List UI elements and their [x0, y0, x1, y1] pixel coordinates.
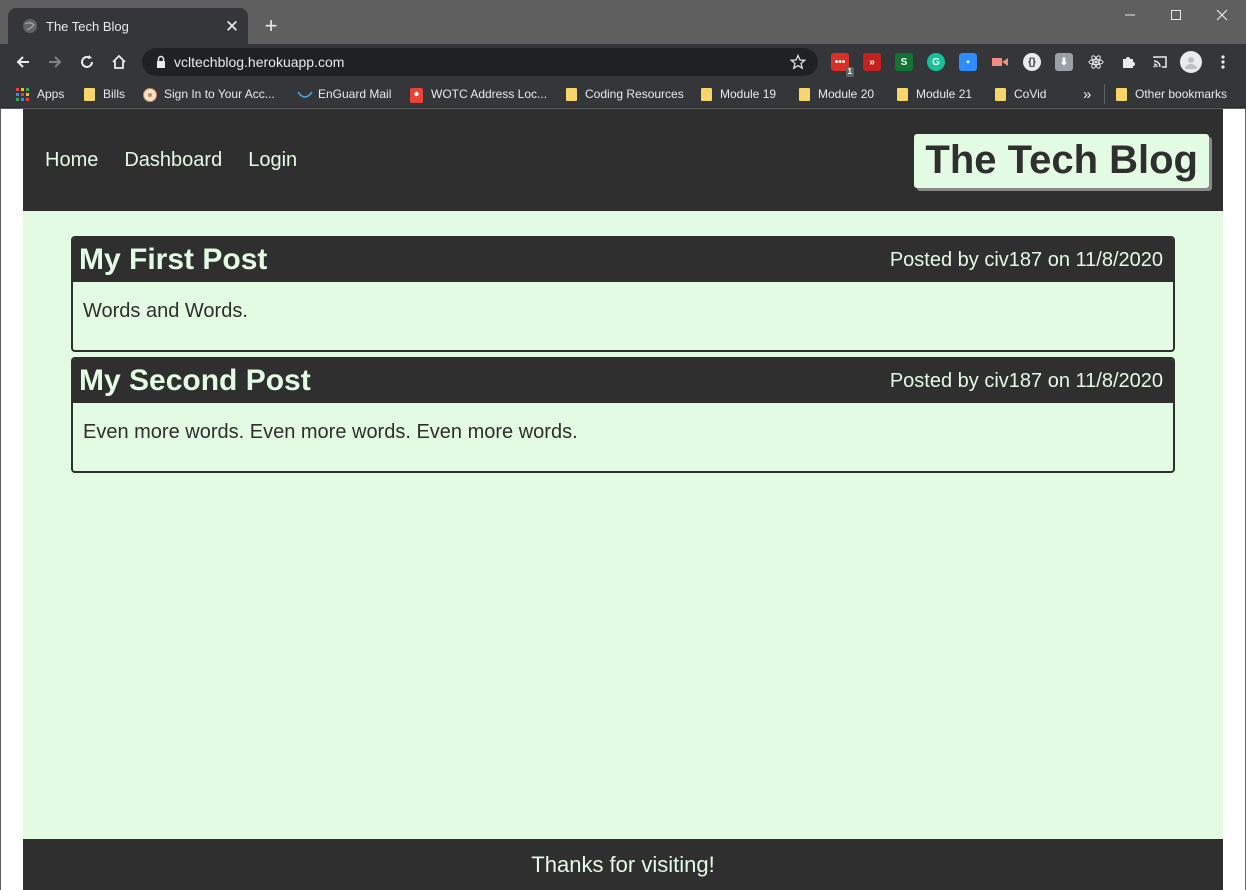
- bookmark-label: Module 21: [916, 87, 973, 101]
- react-devtools-icon[interactable]: [1087, 53, 1105, 71]
- post-body: Even more words. Even more words. Even m…: [83, 421, 578, 443]
- browser-tab[interactable]: The Tech Blog ✕: [8, 8, 248, 44]
- bookmark-label: CoVid: [1014, 87, 1047, 101]
- nav-login-link[interactable]: Login: [248, 149, 297, 172]
- home-icon[interactable]: [105, 48, 133, 76]
- folder-icon: [84, 87, 95, 101]
- folder-icon: [995, 87, 1006, 101]
- close-window-icon[interactable]: [1199, 4, 1245, 26]
- reload-icon[interactable]: [73, 48, 101, 76]
- post-card[interactable]: My First Post Posted by civ187 on 11/8/2…: [71, 236, 1175, 352]
- bookmark-label: Other bookmarks: [1135, 87, 1228, 101]
- video-extension-icon[interactable]: »: [863, 53, 881, 71]
- json-extension-icon[interactable]: {}: [1023, 53, 1041, 71]
- lastpass-extension-icon[interactable]: ••• 1: [831, 53, 854, 77]
- close-tab-icon[interactable]: ✕: [220, 18, 244, 35]
- bookmark-enguard-mail[interactable]: EnGuard Mail: [297, 85, 391, 103]
- address-bar[interactable]: vcltechblog.herokuapp.com: [142, 48, 818, 76]
- bookmark-bills[interactable]: Bills: [84, 85, 125, 103]
- folder-icon: [1116, 87, 1127, 101]
- bookmarks-divider: [1104, 84, 1105, 104]
- folder-icon: [799, 87, 810, 101]
- tab-title: The Tech Blog: [46, 18, 129, 34]
- browser-toolbar: vcltechblog.herokuapp.com ••• 1 » S G ▪ {…: [0, 44, 1246, 80]
- bookmarks-bar: Apps Bills Sign In to Your Acc... EnGuar…: [0, 80, 1246, 108]
- apps-grid-icon: [16, 87, 29, 101]
- menu-kebab-icon[interactable]: [1214, 53, 1232, 71]
- site-brand-title: The Tech Blog: [914, 134, 1209, 188]
- site-nav: Home Dashboard Login: [45, 149, 297, 172]
- folder-icon: [701, 87, 712, 101]
- zoom-extension-icon[interactable]: ▪: [959, 53, 977, 71]
- minimize-icon[interactable]: [1107, 4, 1153, 26]
- url-text: vcltechblog.herokuapp.com: [174, 54, 345, 70]
- screencast-extension-icon[interactable]: [991, 53, 1009, 71]
- bookmark-module-21[interactable]: Module 21: [897, 85, 972, 103]
- bookmarks-overflow-chevron-icon[interactable]: »: [1083, 85, 1091, 103]
- puzzle-extensions-icon[interactable]: [1119, 53, 1137, 71]
- site-footer: Thanks for visiting!: [23, 839, 1223, 890]
- bookmark-wotc[interactable]: WOTC Address Loc...: [410, 85, 547, 103]
- site-header: Home Dashboard Login The Tech Blog: [23, 109, 1223, 211]
- download-extension-icon[interactable]: ⬇: [1055, 53, 1073, 71]
- post-title[interactable]: My First Post: [79, 243, 267, 277]
- bookmark-other[interactable]: Other bookmarks: [1116, 85, 1227, 103]
- bookmark-coding-resources[interactable]: Coding Resources: [566, 85, 684, 103]
- maximize-icon[interactable]: [1153, 4, 1199, 26]
- bookmark-label: EnGuard Mail: [318, 87, 392, 101]
- bookmark-module-19[interactable]: Module 19: [701, 85, 776, 103]
- site-icon: [143, 87, 157, 102]
- bookmark-module-20[interactable]: Module 20: [799, 85, 874, 103]
- post-meta: Posted by civ187 on 11/8/2020: [889, 369, 1163, 392]
- browser-titlebar: The Tech Blog ✕ +: [0, 0, 1246, 44]
- bookmark-label: Module 19: [720, 87, 777, 101]
- bookmark-label: Coding Resources: [585, 87, 684, 101]
- blog-site: Home Dashboard Login The Tech Blog My Fi…: [23, 109, 1223, 890]
- profile-avatar-icon[interactable]: [1180, 51, 1202, 73]
- map-pin-icon: [410, 87, 423, 103]
- back-icon[interactable]: [9, 48, 37, 76]
- enguard-icon: [297, 88, 313, 101]
- page-viewport: Home Dashboard Login The Tech Blog My Fi…: [1, 109, 1245, 890]
- post-meta: Posted by civ187 on 11/8/2020: [889, 248, 1163, 271]
- bookmark-label: Module 20: [818, 87, 875, 101]
- bookmark-label: WOTC Address Loc...: [431, 87, 548, 101]
- globe-icon: [22, 18, 38, 34]
- folder-icon: [566, 87, 577, 101]
- folder-icon: [897, 87, 908, 101]
- forward-icon[interactable]: [41, 48, 69, 76]
- lock-icon: [154, 55, 168, 69]
- bookmark-sign-in[interactable]: Sign In to Your Acc...: [143, 85, 275, 103]
- bookmark-label: Bills: [103, 87, 126, 101]
- post-title[interactable]: My Second Post: [79, 364, 311, 398]
- extension-badge: 1: [845, 67, 854, 77]
- grammarly-icon[interactable]: G: [927, 53, 945, 71]
- post-header: My First Post Posted by civ187 on 11/8/2…: [73, 238, 1173, 282]
- bookmark-apps[interactable]: Apps: [16, 85, 64, 103]
- bookmark-label: Apps: [37, 87, 65, 101]
- nav-dashboard-link[interactable]: Dashboard: [124, 149, 222, 172]
- cast-icon[interactable]: [1151, 53, 1169, 71]
- bookmark-star-icon[interactable]: [788, 52, 808, 72]
- script-extension-icon[interactable]: S: [895, 53, 913, 71]
- post-card[interactable]: My Second Post Posted by civ187 on 11/8/…: [71, 357, 1175, 473]
- bookmark-label: Sign In to Your Acc...: [164, 87, 275, 101]
- new-tab-button[interactable]: +: [258, 13, 284, 39]
- bookmark-covid[interactable]: CoVid: [995, 85, 1046, 103]
- post-body: Words and Words.: [83, 300, 248, 322]
- nav-home-link[interactable]: Home: [45, 149, 98, 172]
- post-header: My Second Post Posted by civ187 on 11/8/…: [73, 359, 1173, 403]
